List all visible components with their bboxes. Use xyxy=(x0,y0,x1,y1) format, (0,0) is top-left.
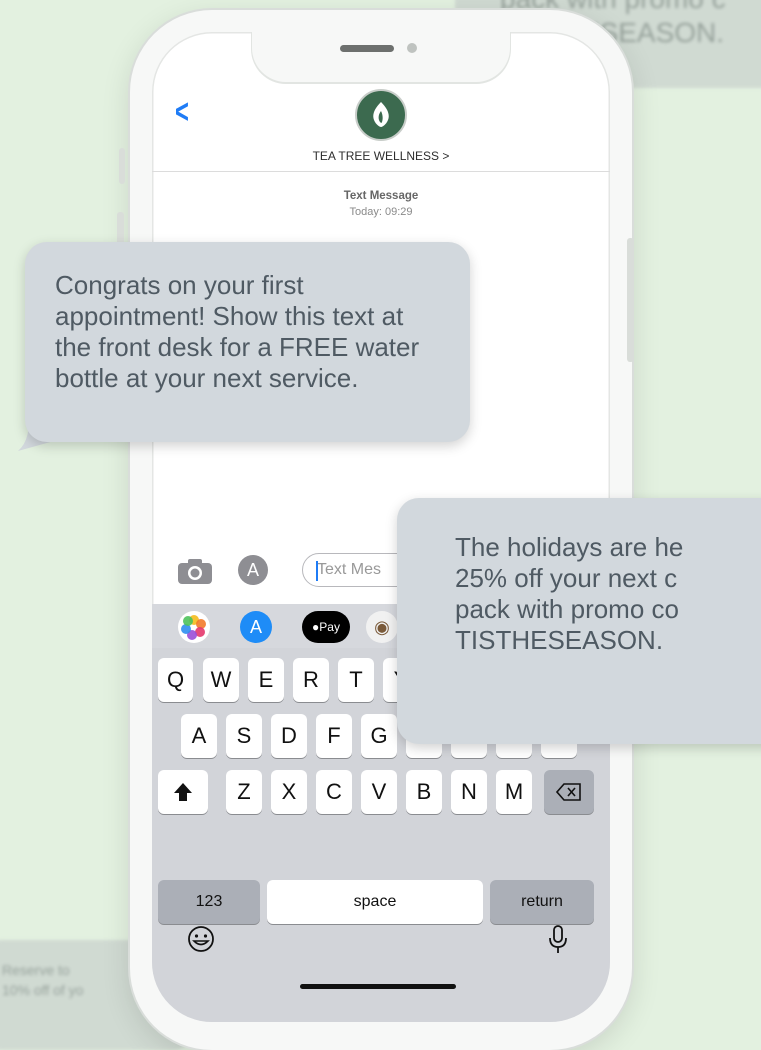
message-text-line: the front desk for a FREE water xyxy=(55,332,420,362)
key-a[interactable]: A xyxy=(181,714,217,758)
shift-key[interactable] xyxy=(158,770,208,814)
apple-pay-icon[interactable]: ●Pay xyxy=(302,611,350,643)
ghost-text-line: Reserve to xyxy=(2,962,70,978)
key-t[interactable]: T xyxy=(338,658,374,702)
message-text-line: Congrats on your first xyxy=(55,270,304,300)
contact-name[interactable]: TEA TREE WELLNESS > xyxy=(152,149,610,163)
photos-app-icon[interactable] xyxy=(178,611,210,643)
app-store-icon[interactable]: A xyxy=(238,555,268,585)
key-s[interactable]: S xyxy=(226,714,262,758)
shift-arrow-icon xyxy=(174,783,192,801)
key-c[interactable]: C xyxy=(316,770,352,814)
message-bubble: Congrats on your first appointment! Show… xyxy=(25,242,470,442)
message-text-line: 25% off your next c xyxy=(455,563,678,593)
front-camera xyxy=(407,43,417,53)
key-m[interactable]: M xyxy=(496,770,532,814)
return-key[interactable]: return xyxy=(490,880,594,924)
mute-switch xyxy=(119,148,125,184)
message-text-line: pack with promo co xyxy=(455,594,679,624)
space-key[interactable]: space xyxy=(267,880,483,924)
message-text-line: appointment! Show this text at xyxy=(55,301,404,331)
delete-key[interactable] xyxy=(544,770,594,814)
emoji-icon[interactable] xyxy=(186,924,216,954)
home-indicator[interactable] xyxy=(300,984,456,989)
message-input-placeholder: Text Mes xyxy=(317,561,382,578)
back-chevron-icon[interactable]: < xyxy=(175,92,189,132)
message-bubble: The holidays are he 25% off your next c … xyxy=(397,498,761,744)
contact-avatar[interactable] xyxy=(355,89,407,141)
key-b[interactable]: B xyxy=(406,770,442,814)
key-n[interactable]: N xyxy=(451,770,487,814)
key-v[interactable]: V xyxy=(361,770,397,814)
animoji-monkey-icon[interactable]: ◉ xyxy=(366,611,398,643)
header-divider xyxy=(152,171,610,172)
key-e[interactable]: E xyxy=(248,658,284,702)
backspace-icon xyxy=(555,783,581,801)
thread-timestamp: Today: 09:29 xyxy=(349,206,413,218)
microphone-icon[interactable] xyxy=(546,924,570,956)
key-w[interactable]: W xyxy=(203,658,239,702)
key-q[interactable]: Q xyxy=(158,658,193,702)
photos-flower-icon xyxy=(181,615,206,640)
key-d[interactable]: D xyxy=(271,714,307,758)
message-text-line: bottle at your next service. xyxy=(55,363,359,393)
app-store-drawer-icon[interactable]: A xyxy=(240,611,272,643)
message-text-line: TISTHESEASON. xyxy=(455,625,664,655)
numbers-key[interactable]: 123 xyxy=(158,880,260,924)
notch xyxy=(252,32,510,82)
message-text-line: The holidays are he xyxy=(455,532,684,562)
flame-leaf-icon xyxy=(373,102,389,127)
key-r[interactable]: R xyxy=(293,658,329,702)
key-g[interactable]: G xyxy=(361,714,397,758)
text-caret xyxy=(316,561,318,581)
camera-icon[interactable] xyxy=(176,556,214,586)
power-button xyxy=(627,238,634,362)
thread-type-label: Text Message xyxy=(343,190,419,202)
speaker-grille xyxy=(340,45,394,52)
key-z[interactable]: Z xyxy=(226,770,262,814)
key-f[interactable]: F xyxy=(316,714,352,758)
apple-pay-label: Pay xyxy=(319,620,340,634)
ghost-text-line: 10% off of yo xyxy=(2,982,84,998)
key-x[interactable]: X xyxy=(271,770,307,814)
